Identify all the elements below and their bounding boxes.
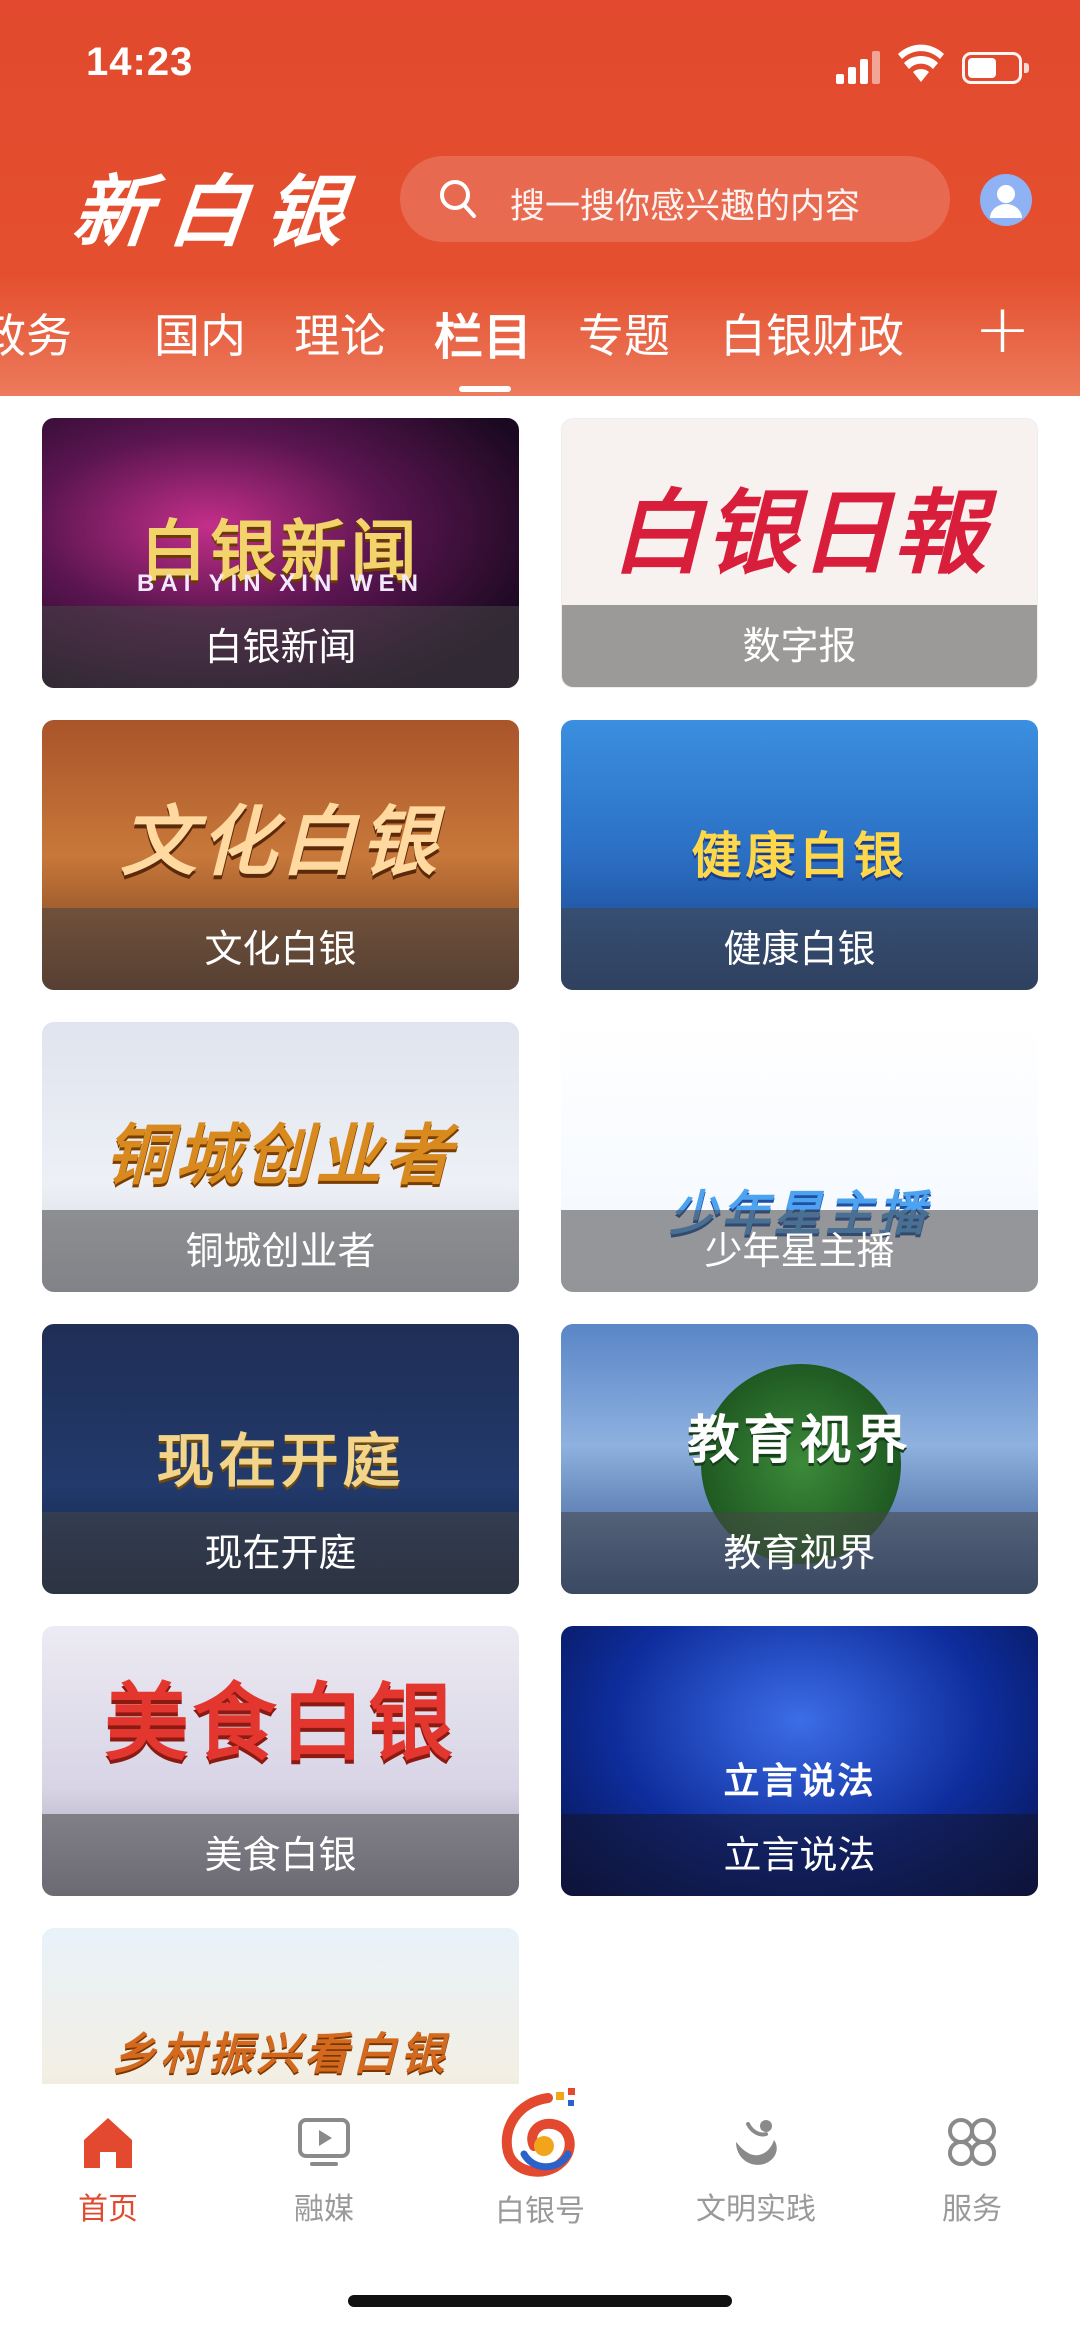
nav-label: 融媒 — [294, 2192, 354, 2227]
card-art-title: 乡村振兴看白银 — [112, 2029, 449, 2080]
column-card-court-in-session[interactable]: 现在开庭 现在开庭 — [42, 1324, 519, 1594]
column-card-junior-star-anchor[interactable]: 少年星主播 少年星主播 — [561, 1022, 1038, 1292]
card-label: 白银新闻 — [204, 625, 357, 669]
nav-media[interactable]: 融媒 — [249, 2112, 399, 2227]
column-card-health-baiyin[interactable]: 健康白银 健康白银 — [561, 720, 1038, 990]
active-tab-indicator — [459, 386, 511, 392]
card-art-title: 白银日報 — [611, 479, 988, 587]
user-avatar-icon[interactable] — [980, 174, 1032, 226]
column-card-baiyin-news[interactable]: 白银新闻 BAI YIN XIN WEN 白银新闻 — [42, 418, 519, 688]
baiyin-logo-icon — [501, 2088, 575, 2177]
column-card-rural-revitalization[interactable]: 乡村振兴看白银 — [42, 1928, 519, 2084]
nav-civilization-practice[interactable]: 文明实践 — [681, 2112, 831, 2227]
card-label: 数字报 — [742, 624, 857, 668]
column-card-culture-baiyin[interactable]: 文化白银 文化白银 — [42, 720, 519, 990]
card-label: 健康白银 — [723, 927, 876, 971]
tab-topics[interactable]: 专题 — [578, 300, 670, 366]
card-art-title: 铜城创业者 — [105, 1116, 456, 1194]
card-label: 教育视界 — [723, 1531, 876, 1575]
status-time: 14:23 — [86, 40, 194, 84]
tab-politics[interactable]: 政务 — [0, 300, 72, 366]
card-label: 立言说法 — [723, 1833, 876, 1877]
battery-icon — [962, 52, 1029, 84]
card-art-title: 健康白银 — [691, 826, 908, 885]
status-bar: 14:23 — [0, 0, 1080, 130]
nav-label: 白银号 — [495, 2194, 585, 2229]
app-logo: 新白银 — [68, 167, 367, 258]
card-label: 美食白银 — [204, 1833, 357, 1877]
search-input[interactable]: 搜一搜你感兴趣的内容 — [400, 156, 950, 242]
card-label: 少年星主播 — [704, 1229, 895, 1273]
column-card-copper-city-founders[interactable]: 铜城创业者 铜城创业者 — [42, 1022, 519, 1292]
nav-services[interactable]: 服务 — [897, 2112, 1047, 2227]
card-art-title: 教育视界 — [687, 1410, 912, 1471]
cellular-signal-icon — [836, 50, 880, 84]
home-indicator — [348, 2295, 732, 2307]
nav-home[interactable]: 首页 — [33, 2112, 183, 2227]
tab-domestic[interactable]: 国内 — [154, 300, 246, 366]
column-card-speak-on-law[interactable]: 立言说法 立言说法 — [561, 1626, 1038, 1896]
column-grid: 白银新闻 BAI YIN XIN WEN 白银新闻 白银日報 数字报 文化白银 … — [0, 396, 1080, 2084]
card-art-title: 美食白银 — [104, 1673, 457, 1772]
column-card-food-baiyin[interactable]: 美食白银 美食白银 — [42, 1626, 519, 1896]
civilization-icon — [736, 2120, 777, 2165]
video-icon — [298, 2118, 350, 2166]
nav-label: 首页 — [78, 2192, 138, 2227]
search-icon — [440, 180, 476, 218]
nav-label: 服务 — [942, 2192, 1002, 2227]
tab-baiyin-finance[interactable]: 白银财政 — [720, 300, 904, 366]
app-header: 14:23 新白银 搜一搜你感兴趣的内容 政务 国内 理论 栏目 专题 白银财政… — [0, 0, 1080, 396]
channel-tabs: 政务 国内 理论 栏目 专题 白银财政 + — [0, 292, 1080, 396]
search-placeholder: 搜一搜你感兴趣的内容 — [510, 187, 861, 227]
column-card-digital-paper[interactable]: 白银日報 数字报 — [561, 418, 1038, 688]
card-label: 文化白银 — [204, 927, 357, 971]
wifi-icon — [898, 44, 944, 82]
card-label: 铜城创业者 — [185, 1229, 376, 1273]
tab-columns[interactable]: 栏目 — [434, 298, 532, 369]
card-art-title: 现在开庭 — [156, 1427, 405, 1495]
card-label: 现在开庭 — [204, 1531, 357, 1575]
home-icon — [84, 2118, 132, 2168]
card-art-title: 文化白银 — [120, 797, 441, 886]
tab-theory[interactable]: 理论 — [294, 300, 386, 366]
grid-icon — [948, 2118, 996, 2166]
card-art-subtitle: BAI YIN XIN WEN — [137, 570, 424, 597]
nav-baiyin-account[interactable]: 白银号 — [465, 2084, 615, 2229]
column-card-education-horizon[interactable]: 教育视界 教育视界 — [561, 1324, 1038, 1594]
card-art-title: 立言说法 — [723, 1760, 876, 1802]
nav-label: 文明实践 — [696, 2192, 816, 2227]
plus-icon[interactable]: + — [974, 296, 1031, 364]
